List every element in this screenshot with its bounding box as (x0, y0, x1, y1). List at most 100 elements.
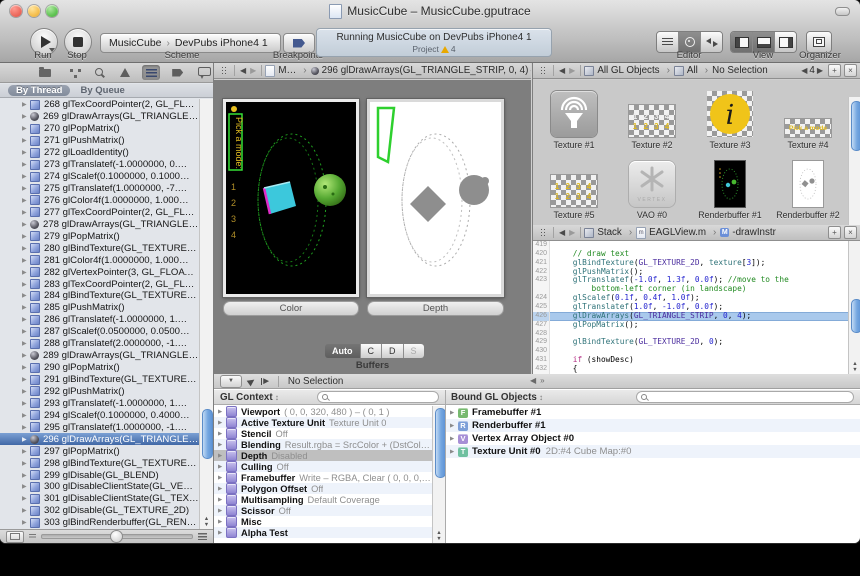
gl-call-row[interactable]: ▶275 glTranslatef(1.0000000, -7.… (0, 183, 199, 195)
bound-object-row[interactable]: ▶TTexture Unit #02D:#4 Cube Map:#0 (446, 445, 860, 458)
disclosure-icon[interactable]: ▶ (22, 460, 30, 467)
gl-call-row[interactable]: ▶290 glPopMatrix() (0, 362, 199, 374)
gl-call-row[interactable]: ▶281 glColor4f(1.0000000, 1.000… (0, 254, 199, 266)
bound-objects-title[interactable]: Bound GL Objects (451, 392, 543, 403)
add-assistant-button[interactable]: + (828, 64, 841, 77)
gl-call-row[interactable]: ▶287 glScalef(0.0500000, 0.0500… (0, 326, 199, 338)
breadcrumb-all[interactable]: All (674, 65, 712, 76)
disclosure-icon[interactable]: ▶ (22, 352, 30, 359)
disclosure-icon[interactable]: ▶ (450, 449, 458, 455)
bound-object-row[interactable]: ▶FFramebuffer #1 (446, 406, 860, 419)
gl-context-scrollbar[interactable]: ▲▼ (432, 406, 445, 543)
buffers-auto-segment[interactable]: Auto (325, 344, 361, 358)
gl-call-row[interactable]: ▶278 glDrawArrays(GL_TRIANGLE_… (0, 218, 199, 230)
gl-state-row[interactable]: ▶FramebufferWrite – RGBA, Clear ( 0, 0, … (214, 472, 432, 483)
symbol-navigator-button[interactable] (63, 65, 81, 80)
gl-call-row[interactable]: ▶296 glDrawArrays(GL_TRIANGLE_… (0, 433, 199, 445)
gl-call-row[interactable]: ▶300 glDisableClientState(GL_VER… (0, 481, 199, 493)
by-thread-tab[interactable]: By Thread (8, 85, 70, 96)
debug-navigator-button[interactable] (142, 65, 160, 80)
scrollbar-arrows-icon[interactable]: ▲▼ (200, 516, 213, 528)
disclosure-icon[interactable]: ▶ (450, 410, 458, 416)
gl-call-row[interactable]: ▶284 glBindTexture(GL_TEXTURE_… (0, 290, 199, 302)
gl-object-item[interactable]: 1 2 3 41 2 3 4Texture #5 (535, 152, 613, 222)
gl-call-row[interactable]: ▶268 glTexCoordPointer(2, GL_FL… (0, 99, 199, 111)
disclosure-icon[interactable]: ▶ (22, 424, 30, 431)
gl-call-row[interactable]: ▶271 glPushMatrix() (0, 135, 199, 147)
disclosure-icon[interactable]: ▶ (218, 420, 226, 426)
gl-call-row[interactable]: ▶286 glTranslatef(-1.0000000, 1.… (0, 314, 199, 326)
version-editor-button[interactable] (701, 32, 722, 52)
organizer-button[interactable] (807, 32, 831, 52)
disclosure-icon[interactable]: ▶ (22, 233, 30, 240)
gl-context-title[interactable]: GL Context (220, 392, 279, 403)
by-queue-tab[interactable]: By Queue (80, 85, 124, 96)
buffers-depth-segment[interactable]: D (382, 344, 404, 358)
disclosure-icon[interactable]: ▶ (218, 530, 226, 536)
assistant-editor-button[interactable] (679, 32, 701, 52)
disclosure-icon[interactable]: ▶ (22, 197, 30, 204)
breadcrumb-stack[interactable]: Stack (584, 227, 636, 238)
minimize-window-button[interactable] (28, 5, 40, 17)
breadcrumb-all-gl-objects[interactable]: All GL Objects (584, 65, 674, 76)
disclosure-icon[interactable]: ▶ (22, 101, 30, 108)
disclosure-icon[interactable]: ▶ (22, 495, 30, 502)
gl-call-row[interactable]: ▶282 glVertexPointer(3, GL_FLOAT… (0, 266, 199, 278)
utilities-pane-toggle[interactable] (775, 32, 796, 52)
activity-viewer[interactable]: Running MusicCube on DevPubs iPhone4 1 P… (316, 28, 552, 57)
scrollbar-arrows-icon[interactable]: ▲▼ (849, 361, 860, 373)
bound-object-row[interactable]: ▶RRenderbuffer #1 (446, 419, 860, 432)
related-items-icon[interactable] (540, 228, 547, 237)
disclosure-icon[interactable]: ▶ (22, 328, 30, 335)
gl-call-row[interactable]: ▶274 glScalef(0.1000000, 0.1000… (0, 171, 199, 183)
gl-state-row[interactable]: ▶BlendingResult.rgba = SrcColor + (DstCo… (214, 439, 432, 450)
gl-call-row[interactable]: ▶298 glBindTexture(GL_TEXTURE_… (0, 457, 199, 469)
gl-call-row[interactable]: ▶280 glBindTexture(GL_TEXTURE_… (0, 242, 199, 254)
gl-object-item[interactable]: Renderbuffer #2 (769, 152, 847, 222)
disclosure-icon[interactable]: ▶ (218, 453, 226, 459)
step-draw-call-button[interactable]: ▶ (261, 377, 269, 385)
gl-call-row[interactable]: ▶303 glBindRenderbuffer(GL_REN… (0, 517, 199, 529)
search-navigator-button[interactable] (89, 65, 107, 80)
gl-context-search-field[interactable] (317, 391, 439, 403)
gl-object-item[interactable]: Renderbuffer #1 (691, 152, 769, 222)
gl-object-item[interactable]: VERTEXVAO #0 (613, 152, 691, 222)
log-navigator-button[interactable] (195, 65, 213, 80)
disclosure-icon[interactable]: ▶ (218, 519, 226, 525)
disclosure-icon[interactable]: ▶ (22, 483, 30, 490)
disclosure-icon[interactable]: ▶ (22, 376, 30, 383)
gl-call-row[interactable]: ▶279 glPopMatrix() (0, 230, 199, 242)
gl-call-row[interactable]: ▶277 glTexCoordPointer(2, GL_FL… (0, 206, 199, 218)
disclosure-icon[interactable]: ▶ (22, 161, 30, 168)
scroller-thumb[interactable] (202, 409, 213, 459)
related-items-icon[interactable] (221, 66, 228, 75)
objects-scrollbar[interactable]: ▲▼ (848, 97, 860, 225)
close-assistant-button[interactable]: × (844, 226, 857, 239)
forward-button[interactable]: ▶ (569, 228, 575, 237)
slider-knob[interactable] (110, 530, 123, 543)
disclosure-icon[interactable]: ▶ (22, 448, 30, 455)
gl-call-row[interactable]: ▶292 glPushMatrix() (0, 386, 199, 398)
gl-state-row[interactable]: ▶Misc (214, 516, 432, 527)
disclosure-icon[interactable]: ▶ (218, 497, 226, 503)
gl-state-row[interactable]: ▶ScissorOff (214, 505, 432, 516)
breadcrumb-method[interactable]: M -drawInstr (720, 227, 776, 238)
gl-state-row[interactable]: ▶Alpha Test (214, 527, 432, 538)
document-proxy-icon[interactable] (329, 4, 342, 19)
gl-object-item[interactable]: Pick a modeTexture #4 (769, 82, 847, 152)
breadcrumb-document[interactable]: M… (265, 65, 310, 77)
buffers-color-segment[interactable]: C (361, 344, 383, 358)
gl-call-row[interactable]: ▶289 glDrawArrays(GL_TRIANGLE_… (0, 350, 199, 362)
navigator-pane-toggle[interactable] (731, 32, 753, 52)
color-buffer-pill[interactable]: Color (223, 301, 359, 316)
bound-objects-search-field[interactable] (636, 391, 854, 403)
gl-state-row[interactable]: ▶DepthDisabled (214, 450, 432, 461)
disclosure-icon[interactable]: ▶ (22, 269, 30, 276)
gl-call-row[interactable]: ▶288 glTranslatef(2.0000000, -1.… (0, 338, 199, 350)
navigator-scrollbar[interactable]: ▲▼ (199, 99, 213, 529)
gl-call-row[interactable]: ▶291 glBindTexture(GL_TEXTURE_… (0, 374, 199, 386)
disclosure-icon[interactable]: ▶ (22, 113, 30, 120)
previous-object-button[interactable]: ◀ (801, 66, 807, 75)
disclosure-icon[interactable]: ▶ (218, 475, 226, 481)
disclosure-icon[interactable]: ▶ (22, 519, 30, 526)
